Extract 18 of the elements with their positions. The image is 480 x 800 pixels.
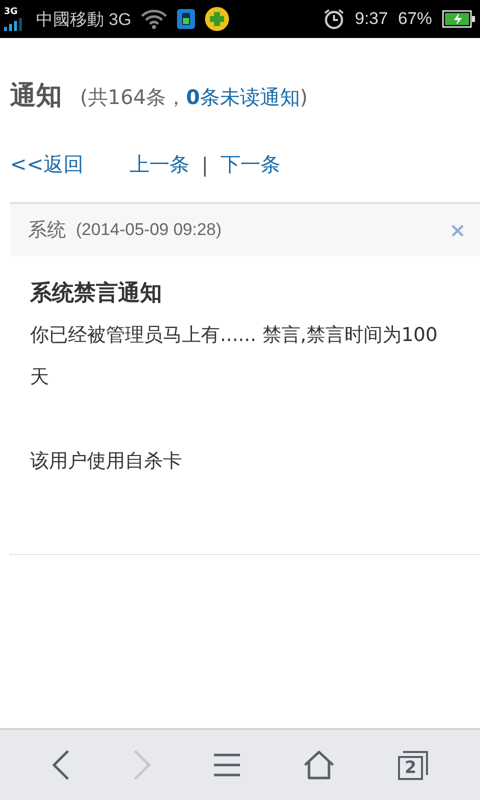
separator: | xyxy=(202,152,208,176)
notice-text: 你已经被管理员马上有...... 禁言,禁言时间为100 天 xyxy=(30,323,439,390)
sender-name: 系统 xyxy=(28,218,66,243)
clock-time: 9:37 xyxy=(354,9,388,29)
notice-date: (2014-05-09 09:28) xyxy=(76,220,222,240)
back-link[interactable]: <<返回 xyxy=(10,151,84,178)
network-type: 3G xyxy=(4,8,18,16)
unread-link[interactable]: 0条未读通知 xyxy=(186,84,300,111)
notice-count: (共164条， xyxy=(80,84,186,111)
notice-text: 该用户使用自杀卡 xyxy=(30,449,183,474)
next-link[interactable]: 下一条 xyxy=(220,151,280,178)
page-title: 通知 xyxy=(10,80,62,113)
carrier-name: 中國移動 3G xyxy=(36,8,132,30)
battery-percent: 67% xyxy=(398,9,432,29)
previous-link[interactable]: 上一条 xyxy=(130,151,190,178)
notice-title: 系统禁言通知 xyxy=(30,280,163,308)
tabs-button[interactable]: 2 xyxy=(398,750,428,780)
closing-paren: ) xyxy=(300,85,308,109)
